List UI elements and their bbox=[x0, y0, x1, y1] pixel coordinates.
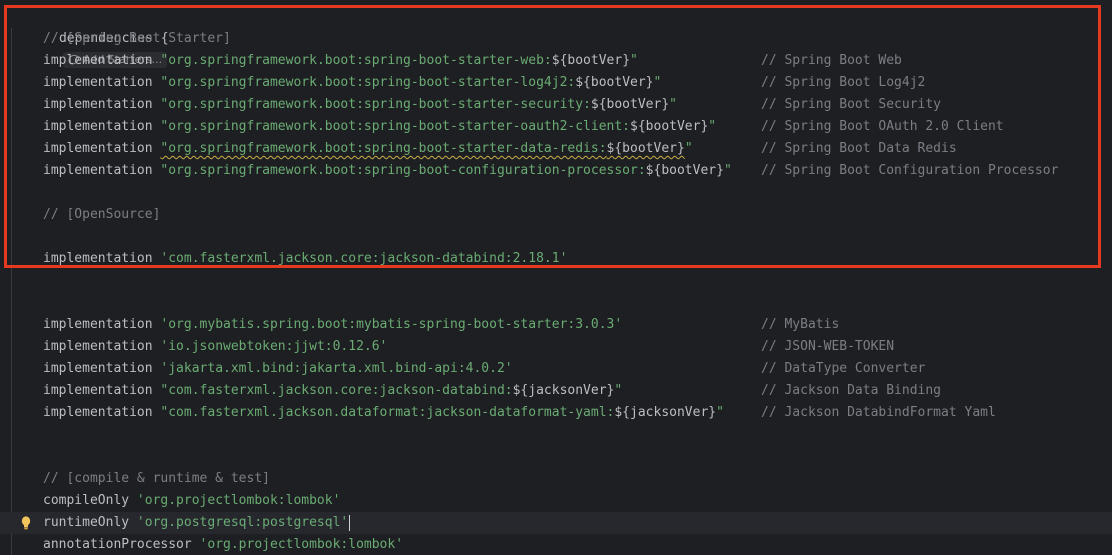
dependency-string: "org.springframework.boot:spring-boot-st… bbox=[160, 141, 607, 156]
code-line-dependency[interactable]: implementation 'org.mybatis.spring.boot:… bbox=[0, 314, 1112, 336]
code-line-dependency[interactable]: implementation 'io.jsonwebtoken:jjwt:0.1… bbox=[0, 336, 1112, 358]
version-variable: ${jacksonVer} bbox=[614, 405, 717, 420]
version-variable: ${bootVer} bbox=[551, 53, 631, 68]
inline-comment: // Spring Boot Web bbox=[761, 53, 902, 68]
code-line-dependency-warning[interactable]: implementation "org.springframework.boot… bbox=[0, 138, 1112, 160]
dependency-string: "org.springframework.boot:spring-boot-st… bbox=[160, 75, 576, 90]
configuration-keyword: implementation bbox=[43, 339, 153, 354]
configuration-keyword: implementation bbox=[43, 405, 153, 420]
configuration-keyword: implementation bbox=[43, 53, 153, 68]
inline-comment: // Spring Boot Data Redis bbox=[761, 141, 957, 156]
version-variable: ${bootVer} bbox=[606, 141, 685, 156]
warning-underline[interactable]: "org.springframework.boot:spring-boot-st… bbox=[160, 141, 684, 156]
text-caret bbox=[349, 514, 351, 531]
configuration-keyword: implementation bbox=[43, 119, 153, 134]
code-line-dependency[interactable]: compileOnly 'org.projectlombok:lombok' bbox=[0, 490, 1112, 512]
inline-comment: // MyBatis bbox=[761, 317, 840, 332]
code-line-dependency[interactable]: annotationProcessor 'org.projectlombok:l… bbox=[0, 534, 1112, 555]
code-line-dependency[interactable]: implementation "org.springframework.boot… bbox=[0, 94, 1112, 116]
inline-comment: // Spring Boot Log4j2 bbox=[761, 75, 926, 90]
configuration-keyword: implementation bbox=[43, 251, 153, 266]
dependency-string: "org.springframework.boot:spring-boot-co… bbox=[160, 163, 646, 178]
configuration-keyword: runtimeOnly bbox=[43, 515, 130, 530]
string-quote: " bbox=[723, 163, 732, 178]
code-line-current[interactable]: runtimeOnly 'org.postgresql:postgresql' bbox=[0, 512, 1112, 534]
code-line-comment[interactable]: // [Spring Boot Starter] bbox=[0, 28, 1112, 50]
code-line-dependency[interactable]: implementation "com.fasterxml.jackson.co… bbox=[0, 380, 1112, 402]
code-line-dependency[interactable]: implementation "org.springframework.boot… bbox=[0, 160, 1112, 182]
string-quote: " bbox=[684, 141, 693, 156]
string-quote: " bbox=[653, 75, 662, 90]
configuration-keyword: implementation bbox=[43, 383, 153, 398]
code-line-dependency[interactable]: implementation 'jakarta.xml.bind:jakarta… bbox=[0, 358, 1112, 380]
string-quote: " bbox=[614, 383, 623, 398]
version-variable: ${bootVer} bbox=[590, 97, 670, 112]
inline-comment: // Spring Boot Security bbox=[761, 97, 942, 112]
configuration-keyword: compileOnly bbox=[43, 493, 130, 508]
dependency-string: 'org.postgresql:postgresql' bbox=[136, 515, 349, 530]
version-variable: ${bootVer} bbox=[630, 119, 709, 134]
configuration-keyword: implementation bbox=[43, 361, 153, 376]
dependency-string: "com.fasterxml.jackson.core:jackson-data… bbox=[160, 383, 513, 398]
code-editor[interactable]: dependencies { Add Starters... // [Sprin… bbox=[0, 0, 1112, 555]
code-line-comment[interactable]: // [compile & runtime & test] bbox=[0, 468, 1112, 490]
configuration-keyword: implementation bbox=[43, 317, 153, 332]
dependency-string: "org.springframework.boot:spring-boot-st… bbox=[160, 119, 631, 134]
code-line-dependency[interactable]: implementation "com.fasterxml.jackson.da… bbox=[0, 402, 1112, 424]
inline-comment: // DataType Converter bbox=[761, 361, 926, 376]
configuration-keyword: implementation bbox=[43, 141, 153, 156]
string-quote: " bbox=[669, 97, 677, 112]
dependency-string: "org.springframework.boot:spring-boot-st… bbox=[160, 53, 552, 68]
dependency-string: 'jakarta.xml.bind:jakarta.xml.bind-api:4… bbox=[160, 361, 513, 376]
code-line-dependency[interactable]: implementation "org.springframework.boot… bbox=[0, 50, 1112, 72]
dependency-string: 'io.jsonwebtoken:jjwt:0.12.6' bbox=[160, 339, 388, 354]
section-comment: // [compile & runtime & test] bbox=[43, 471, 270, 486]
code-line-dependencies[interactable]: dependencies { Add Starters... bbox=[0, 6, 1112, 68]
inline-comment: // Jackson Data Binding bbox=[761, 383, 942, 398]
section-comment: // [OpenSource] bbox=[43, 207, 161, 222]
code-line-dependency[interactable]: implementation "org.springframework.boot… bbox=[0, 72, 1112, 94]
configuration-keyword: implementation bbox=[43, 75, 153, 90]
version-variable: ${jacksonVer} bbox=[512, 383, 615, 398]
string-quote: " bbox=[708, 119, 717, 134]
inline-comment: // Spring Boot Configuration Processor bbox=[761, 163, 1059, 178]
section-comment: // [Spring Boot Starter] bbox=[43, 31, 231, 46]
code-line-dependency[interactable]: implementation 'com.fasterxml.jackson.co… bbox=[0, 248, 1112, 270]
lightbulb-icon[interactable] bbox=[21, 516, 31, 530]
dependency-string: 'org.projectlombok:lombok' bbox=[199, 537, 404, 552]
dependency-string: 'com.fasterxml.jackson.core:jackson-data… bbox=[160, 251, 568, 266]
inline-comment: // Spring Boot OAuth 2.0 Client bbox=[761, 119, 1004, 134]
string-quote: " bbox=[716, 405, 724, 420]
configuration-keyword: implementation bbox=[43, 163, 153, 178]
dependency-string: "org.springframework.boot:spring-boot-st… bbox=[160, 97, 591, 112]
dependency-string: 'org.projectlombok:lombok' bbox=[136, 493, 341, 508]
code-line-dependency[interactable]: implementation "org.springframework.boot… bbox=[0, 116, 1112, 138]
version-variable: ${bootVer} bbox=[575, 75, 654, 90]
dependency-string: "com.fasterxml.jackson.dataformat:jackso… bbox=[160, 405, 615, 420]
inline-comment: // Jackson DatabindFormat Yaml bbox=[761, 405, 996, 420]
inline-comment: // JSON-WEB-TOKEN bbox=[761, 339, 895, 354]
version-variable: ${bootVer} bbox=[645, 163, 724, 178]
string-quote: " bbox=[630, 53, 638, 68]
dependency-string: 'org.mybatis.spring.boot:mybatis-spring-… bbox=[160, 317, 623, 332]
code-line-comment[interactable]: // [OpenSource] bbox=[0, 204, 1112, 226]
configuration-keyword: annotationProcessor bbox=[43, 537, 192, 552]
configuration-keyword: implementation bbox=[43, 97, 153, 112]
